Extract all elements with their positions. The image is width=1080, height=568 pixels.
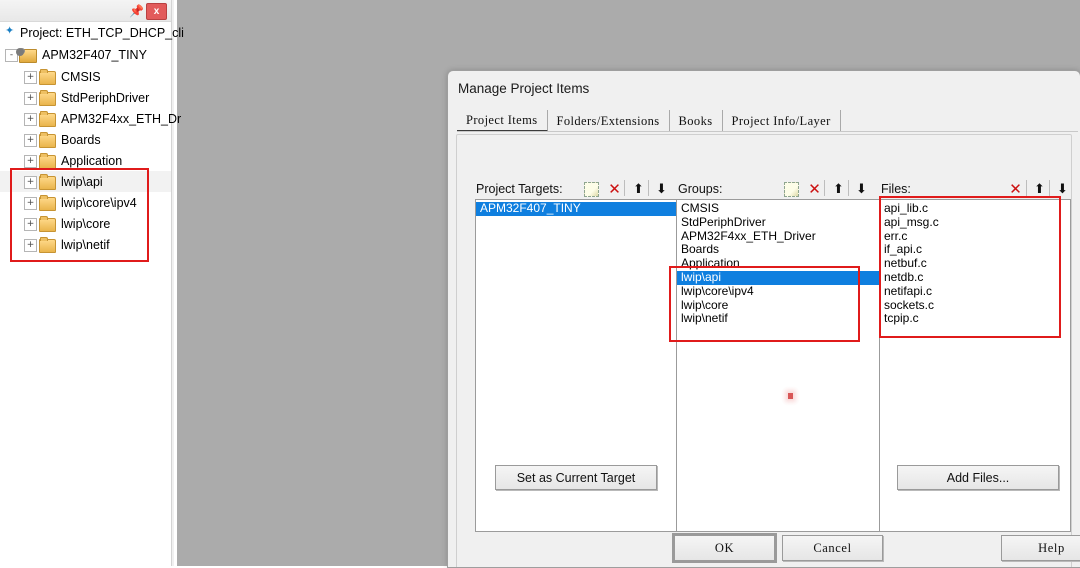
project-tree: + CMSIS + StdPeriphDriver + APM32F4xx_ETH_Dr +…: [0, 66, 181, 255]
ide-window: 📌 x ✦ Project: ETH_TCP_DHCP_cli - APM32F…: [0, 0, 1080, 568]
folder-icon: [39, 90, 56, 106]
tree-item-label: APM32F4xx_ETH_Dr: [61, 111, 182, 126]
tree-item[interactable]: + lwip\core\ipv4: [0, 192, 171, 213]
tab-project-items[interactable]: Project Items: [457, 110, 548, 132]
delete-x-icon[interactable]: ✕: [804, 179, 825, 199]
file-list-item[interactable]: if_api.c: [880, 243, 1070, 257]
delete-x-icon[interactable]: ✕: [1005, 179, 1026, 199]
target-label: APM32F407_TINY: [42, 48, 147, 62]
project-sidebar: 📌 x ✦ Project: ETH_TCP_DHCP_cli - APM32F…: [0, 0, 184, 566]
group-list-item[interactable]: CMSIS: [677, 201, 879, 216]
dialog-title: Manage Project Items: [458, 81, 590, 96]
file-list-item[interactable]: netifapi.c: [880, 284, 1070, 299]
file-list-item[interactable]: api_lib.c: [880, 201, 1070, 216]
expander-toggle[interactable]: +: [24, 155, 37, 168]
dialog-tabstrip: Project Items Folders/Extensions Books Proj…: [457, 110, 1078, 132]
move-up-icon[interactable]: ⬆: [828, 179, 849, 199]
add-files-button[interactable]: Add Files...: [897, 465, 1059, 490]
tree-item[interactable]: + StdPeriphDriver: [0, 87, 171, 108]
group-list-item[interactable]: lwip\core: [677, 298, 879, 313]
group-list-item[interactable]: lwip\core\ipv4: [677, 284, 879, 299]
group-list-item[interactable]: lwip\netif: [677, 312, 879, 326]
project-label: Project: ETH_TCP_DHCP_cli: [20, 26, 184, 40]
expander-toggle[interactable]: +: [24, 92, 37, 105]
cancel-button[interactable]: Cancel: [782, 535, 883, 561]
expander-toggle[interactable]: +: [24, 176, 37, 189]
expander-toggle[interactable]: +: [24, 218, 37, 231]
folder-icon: [39, 237, 56, 253]
folder-icon: [39, 69, 56, 85]
groups-label: Groups:: [678, 182, 723, 196]
target-list-item[interactable]: APM32F407_TINY: [476, 201, 678, 216]
new-item-icon[interactable]: [581, 179, 602, 199]
move-up-icon[interactable]: ⬆: [1029, 179, 1050, 199]
tree-item[interactable]: + Boards: [0, 129, 171, 150]
tree-item-label: lwip\core: [61, 216, 111, 231]
move-down-icon[interactable]: ⬇: [651, 179, 672, 199]
group-list-item[interactable]: Application: [677, 256, 879, 271]
tree-item[interactable]: + lwip\api: [0, 171, 171, 192]
tab-books[interactable]: Books: [670, 110, 723, 132]
manage-project-items-dialog: Manage Project Items Project Items Folder…: [447, 70, 1080, 568]
group-list-item[interactable]: Boards: [677, 243, 879, 257]
folder-icon: [39, 132, 56, 148]
new-item-icon[interactable]: [781, 179, 802, 199]
expander-toggle[interactable]: +: [24, 197, 37, 210]
close-icon[interactable]: x: [146, 3, 167, 20]
tree-item[interactable]: + CMSIS: [0, 66, 171, 87]
move-down-icon[interactable]: ⬇: [851, 179, 872, 199]
file-list-item[interactable]: netdb.c: [880, 270, 1070, 285]
folder-icon: [39, 111, 56, 127]
file-list-item[interactable]: netbuf.c: [880, 256, 1070, 271]
tree-item-label: Boards: [61, 132, 101, 147]
delete-x-icon[interactable]: ✕: [604, 179, 625, 199]
tree-item[interactable]: + lwip\netif: [0, 234, 171, 255]
tree-item-label: lwip\core\ipv4: [61, 195, 137, 210]
project-icon: ✦: [5, 25, 15, 37]
project-root-row[interactable]: ✦ Project: ETH_TCP_DHCP_cli: [0, 22, 184, 44]
file-list-item[interactable]: sockets.c: [880, 298, 1070, 313]
tree-item[interactable]: + lwip\core: [0, 213, 171, 234]
tabstrip-underline: [457, 131, 1078, 132]
pin-icon[interactable]: 📌: [129, 3, 144, 18]
red-cursor-dot: [788, 393, 793, 399]
tree-item[interactable]: + Application: [0, 150, 171, 171]
tree-item-label: CMSIS: [61, 69, 101, 84]
group-list-item[interactable]: APM32F4xx_ETH_Driver: [677, 229, 879, 244]
move-up-icon[interactable]: ⬆: [628, 179, 649, 199]
set-as-current-target-button[interactable]: Set as Current Target: [495, 465, 657, 490]
tab-folders-extensions[interactable]: Folders/Extensions: [548, 110, 670, 132]
folder-icon: [39, 195, 56, 211]
sidebar-titlebar: 📌 x: [0, 0, 171, 22]
move-down-icon[interactable]: ⬇: [1052, 179, 1073, 199]
tree-item[interactable]: + APM32F4xx_ETH_Dr: [0, 108, 181, 129]
expander-toggle[interactable]: +: [24, 71, 37, 84]
target-root-row[interactable]: - APM32F407_TINY: [0, 44, 171, 66]
folder-icon: [39, 174, 56, 190]
folder-icon: [39, 153, 56, 169]
group-list-item[interactable]: StdPeriphDriver: [677, 215, 879, 230]
tree-item-label: Application: [61, 153, 123, 168]
expander-toggle[interactable]: +: [24, 113, 37, 126]
project-targets-label: Project Targets:: [476, 182, 563, 196]
tree-item-label: lwip\netif: [61, 237, 110, 252]
tree-item-label: StdPeriphDriver: [61, 90, 150, 105]
group-list-item[interactable]: lwip\api: [677, 270, 879, 285]
help-button[interactable]: Help: [1001, 535, 1080, 561]
folder-icon: [39, 216, 56, 232]
file-list-item[interactable]: tcpip.c: [880, 312, 1070, 326]
tab-project-info-layer[interactable]: Project Info/Layer: [723, 110, 841, 132]
expander-toggle[interactable]: +: [24, 134, 37, 147]
expander-toggle[interactable]: +: [24, 239, 37, 252]
target-icon: [16, 48, 37, 63]
ok-button[interactable]: OK: [674, 535, 775, 561]
groups-listbox[interactable]: CMSIS StdPeriphDriver APM32F4xx_ETH_Driver…: [676, 199, 880, 532]
file-list-item[interactable]: api_msg.c: [880, 215, 1070, 230]
tree-item-label: lwip\api: [61, 174, 103, 189]
files-label: Files:: [881, 182, 911, 196]
file-list-item[interactable]: err.c: [880, 229, 1070, 244]
